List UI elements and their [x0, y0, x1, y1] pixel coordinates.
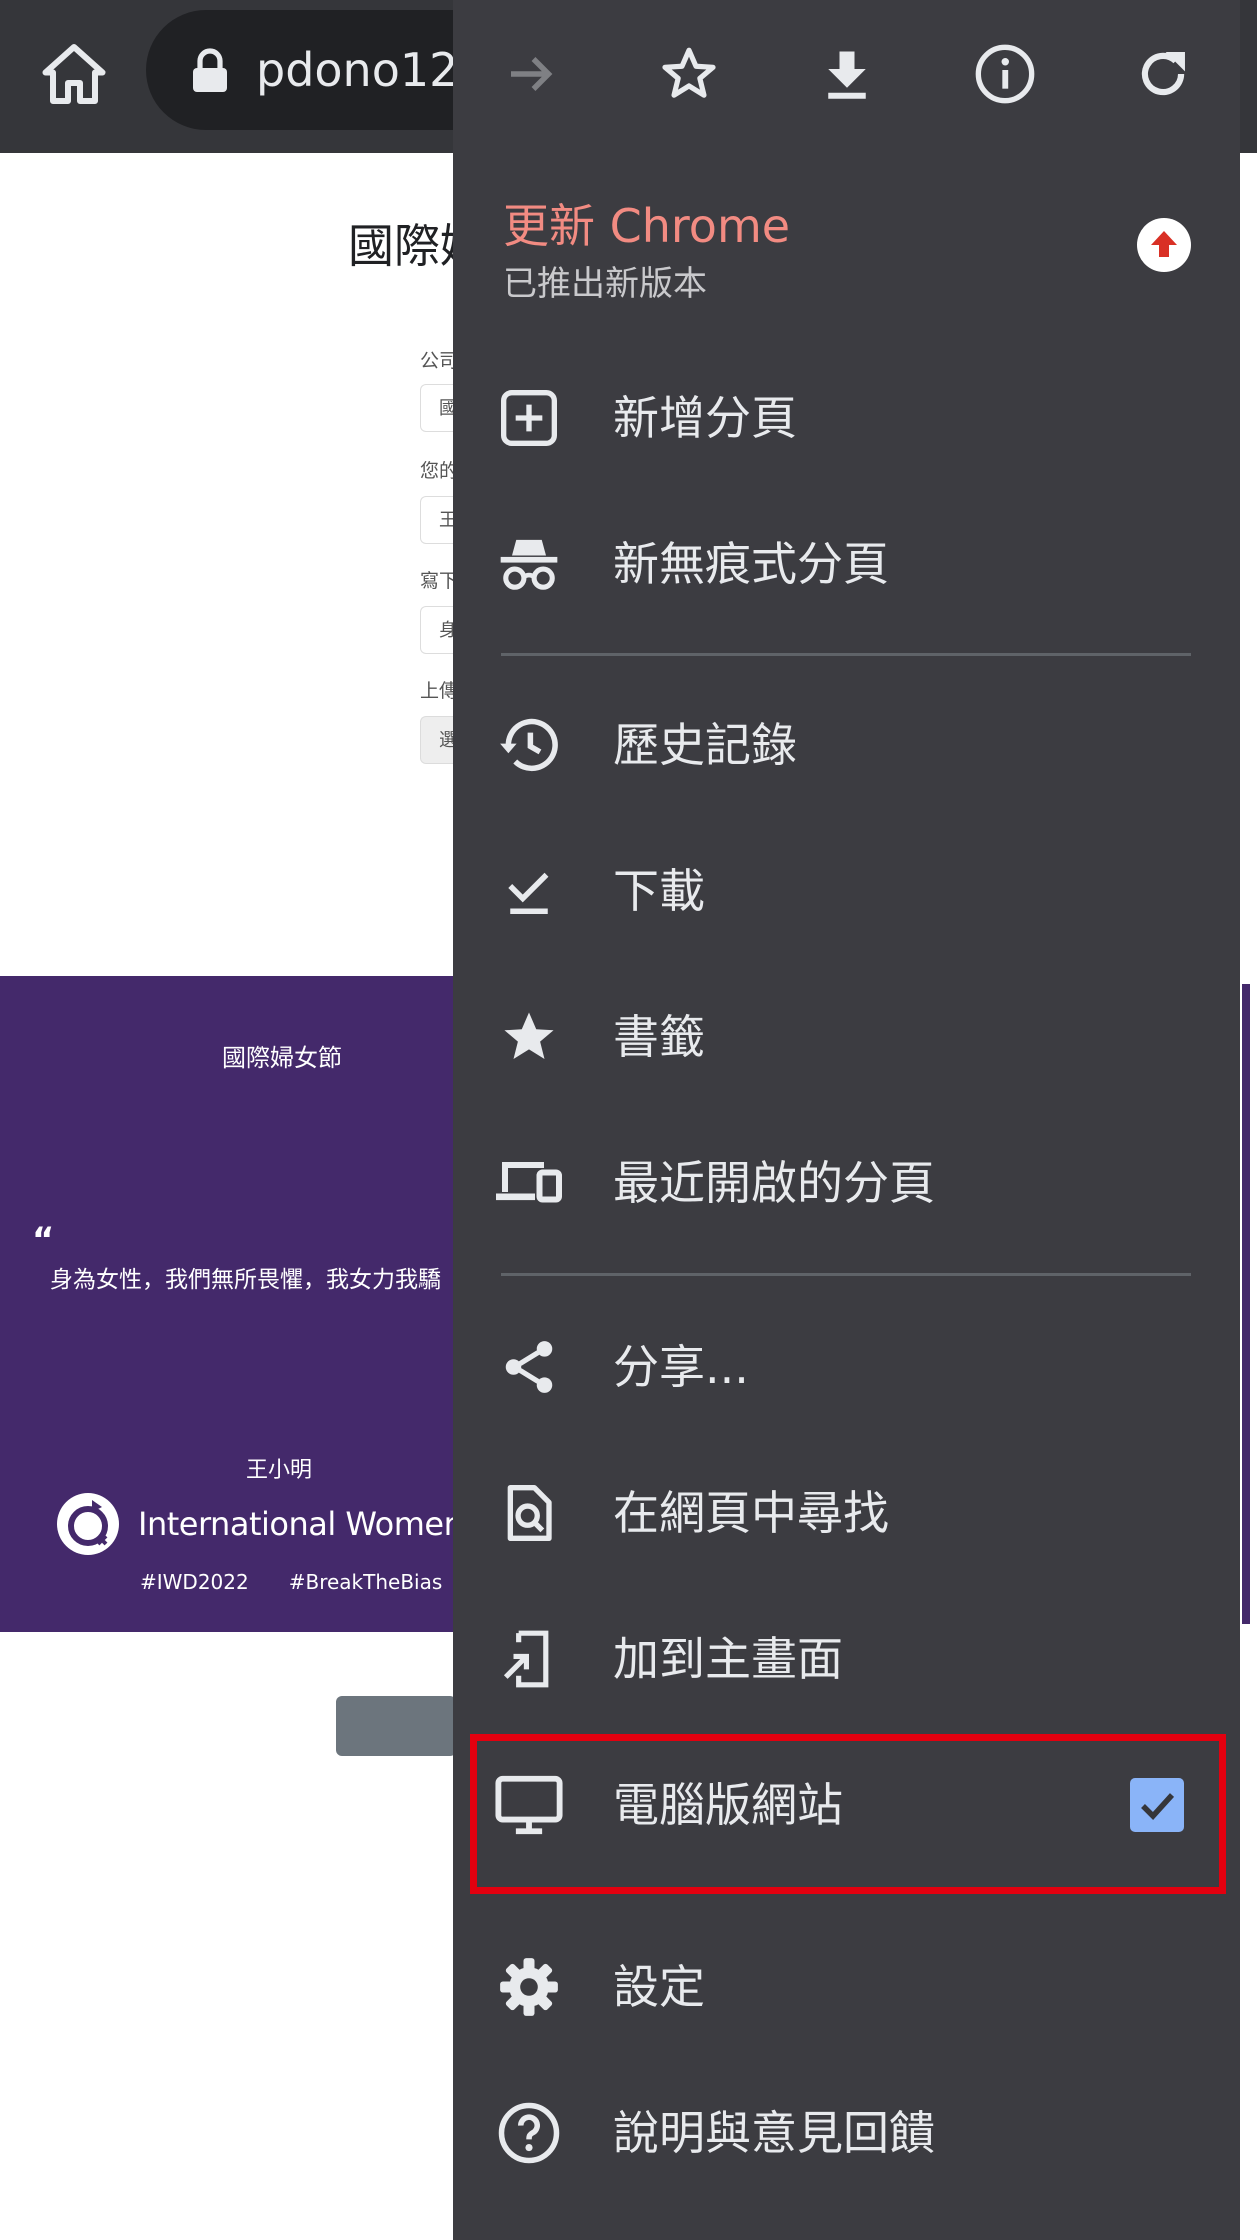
hashtags: #IWD2022 #BreakTheBias	[140, 1570, 482, 1594]
reload-icon[interactable]	[1123, 34, 1203, 114]
menu-item-find-in-page[interactable]: 在網頁中尋找	[453, 1440, 1240, 1586]
menu-item-label: 書籤	[613, 1010, 705, 1064]
iwd-logo-icon	[54, 1490, 122, 1558]
menu-item-label: 新無痕式分頁	[613, 537, 889, 591]
home-icon[interactable]	[38, 38, 110, 110]
menu-item-new-tab[interactable]: 新增分頁	[453, 345, 1240, 491]
menu-item-add-to-home[interactable]: 加到主畫面	[453, 1586, 1240, 1732]
menu-item-settings[interactable]: 設定	[453, 1914, 1240, 2060]
add-to-home-icon	[493, 1623, 565, 1695]
menu-item-bookmarks[interactable]: 書籤	[453, 964, 1240, 1110]
hashtag-breakthebias: #BreakTheBias	[288, 1570, 443, 1594]
settings-icon	[493, 1951, 565, 2023]
download-icon[interactable]	[807, 34, 887, 114]
menu-item-label: 新增分頁	[613, 391, 797, 445]
update-arrow-icon	[1137, 218, 1191, 272]
banner-edge	[1240, 976, 1257, 1632]
help-icon	[493, 2097, 565, 2169]
banner-author: 王小明	[246, 1458, 313, 1483]
forward-icon[interactable]	[491, 34, 571, 114]
info-icon[interactable]	[965, 34, 1045, 114]
menu-item-help[interactable]: 說明與意見回饋	[453, 2060, 1240, 2206]
submit-button[interactable]	[336, 1696, 456, 1756]
update-title: 更新 Chrome	[503, 199, 791, 253]
menu-divider	[501, 653, 1191, 656]
menu-item-label: 設定	[613, 1960, 705, 2014]
menu-item-history[interactable]: 歷史記錄	[453, 672, 1240, 818]
hashtag-iwd2022: #IWD2022	[140, 1570, 249, 1594]
find-in-page-icon	[493, 1477, 565, 1549]
overflow-menu: 更新 Chrome 已推出新版本 新增分頁 新無痕式分頁 歷史記錄 下載 書籤 …	[453, 0, 1240, 2240]
menu-toolbar	[453, 0, 1240, 148]
highlight-box	[470, 1734, 1226, 1894]
update-subtitle: 已推出新版本	[503, 264, 707, 304]
menu-item-label: 分享...	[613, 1340, 749, 1394]
banner-quote: 身為女性，我們無所畏懼，我女力我驕	[50, 1267, 441, 1293]
new-tab-icon	[493, 382, 565, 454]
menu-item-incognito[interactable]: 新無痕式分頁	[453, 491, 1240, 637]
menu-item-label: 說明與意見回饋	[613, 2106, 935, 2160]
bookmark-star-icon[interactable]	[649, 34, 729, 114]
menu-item-label: 在網頁中尋找	[613, 1486, 889, 1540]
menu-item-downloads[interactable]: 下載	[453, 818, 1240, 964]
lock-icon	[190, 48, 230, 94]
menu-item-share[interactable]: 分享...	[453, 1294, 1240, 1440]
menu-item-label: 加到主畫面	[613, 1632, 843, 1686]
menu-item-label: 最近開啟的分頁	[613, 1156, 935, 1210]
quote-mark: “	[32, 1220, 55, 1260]
menu-item-label: 歷史記錄	[613, 718, 797, 772]
menu-divider	[501, 1273, 1191, 1276]
menu-item-label: 下載	[613, 864, 705, 918]
menu-item-recent-tabs[interactable]: 最近開啟的分頁	[453, 1110, 1240, 1256]
share-icon	[493, 1331, 565, 1403]
url-text: pdono12	[256, 43, 459, 97]
banner-title: 國際婦女節	[222, 1044, 342, 1072]
recent-tabs-icon	[493, 1147, 565, 1219]
incognito-icon	[493, 528, 565, 600]
downloads-icon	[493, 855, 565, 927]
bookmarks-icon	[493, 1001, 565, 1073]
history-icon	[493, 709, 565, 781]
update-chrome-item[interactable]: 更新 Chrome 已推出新版本	[453, 180, 1240, 310]
